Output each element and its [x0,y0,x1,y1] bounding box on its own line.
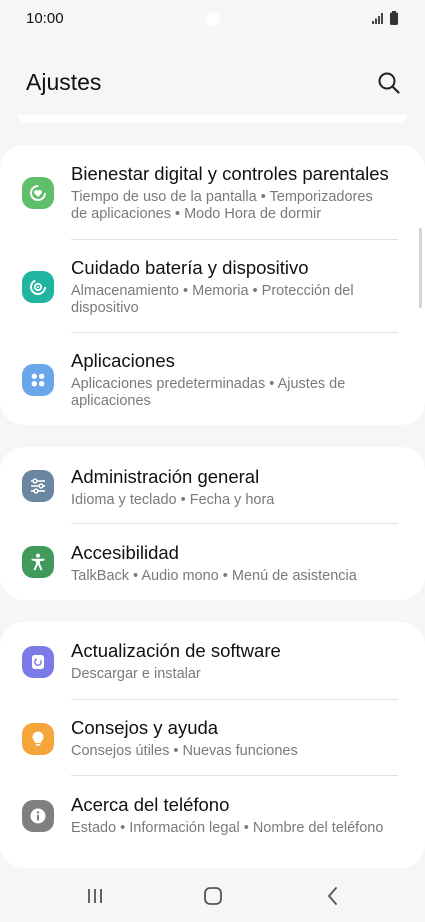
menu-item-title: Cuidado batería y dispositivo [71,257,309,278]
signal-icon [372,13,383,24]
menu-item-title: Administración general [71,466,260,487]
settings-group-3: Actualización de software Descargar e in… [0,622,425,868]
divider [71,332,398,333]
apps-icon [22,364,54,396]
menu-item-subtitle: Descargar e instalar [71,666,201,682]
lightbulb-icon [22,723,54,755]
menu-item-general-management[interactable]: Administración general Idioma y teclado … [0,466,425,526]
menu-item-about-phone[interactable]: Acerca del teléfono Estado • Información… [0,794,425,859]
divider [71,239,398,240]
menu-item-title: Actualización de software [71,640,281,661]
settings-screen: 10:00 Ajustes Bienestar digital y contro… [0,0,425,922]
divider [71,775,398,776]
menu-item-title: Bienestar digital y controles parentales [71,163,389,184]
home-icon[interactable] [202,886,224,906]
battery-icon [390,11,398,25]
settings-group-1: Bienestar digital y controles parentales… [0,145,425,425]
menu-item-device-care[interactable]: Cuidado batería y dispositivo Almacenami… [0,257,425,337]
menu-item-subtitle: Idioma y teclado • Fecha y hora [71,492,275,508]
menu-item-subtitle: Almacenamiento • Memoria • Protección de… [71,283,354,316]
app-header: Ajustes [0,60,425,108]
info-icon [22,800,54,832]
device-care-icon [22,271,54,303]
menu-item-title: Acerca del teléfono [71,794,230,815]
menu-item-accessibility[interactable]: Accesibilidad TalkBack • Audio mono • Me… [0,542,425,597]
recents-icon[interactable] [84,886,106,906]
menu-item-software-update[interactable]: Actualización de software Descargar e in… [0,640,425,700]
navigation-bar [0,872,425,922]
menu-item-subtitle: TalkBack • Audio mono • Menú de asistenc… [71,568,357,584]
software-update-icon [22,646,54,678]
settings-group-2: Administración general Idioma y teclado … [0,447,425,600]
menu-item-title: Accesibilidad [71,542,179,563]
menu-item-title: Consejos y ayuda [71,717,219,738]
menu-item-tips-help[interactable]: Consejos y ayuda Consejos útiles • Nueva… [0,717,425,777]
page-title: Ajustes [26,69,102,95]
status-time: 10:00 [26,10,64,27]
scrollbar-thumb[interactable] [419,228,422,308]
digital-wellbeing-icon [22,177,54,209]
menu-item-subtitle: Aplicaciones predeterminadas • Ajustes d… [71,376,346,409]
previous-card-edge [18,115,407,123]
status-bar: 10:00 [0,0,425,38]
menu-item-digital-wellbeing[interactable]: Bienestar digital y controles parentales… [0,163,425,243]
sliders-icon [22,470,54,502]
menu-item-subtitle: Estado • Información legal • Nombre del … [71,820,384,836]
menu-item-subtitle: Consejos útiles • Nuevas funciones [71,743,298,759]
menu-item-applications[interactable]: Aplicaciones Aplicaciones predeterminada… [0,350,425,420]
divider [71,699,398,700]
front-camera [206,12,220,26]
accessibility-icon [22,546,54,578]
menu-item-title: Aplicaciones [71,350,175,371]
back-icon[interactable] [322,886,344,906]
menu-item-subtitle: Tiempo de uso de la pantalla • Temporiza… [71,189,373,222]
divider [71,523,398,524]
search-icon[interactable] [376,70,402,96]
